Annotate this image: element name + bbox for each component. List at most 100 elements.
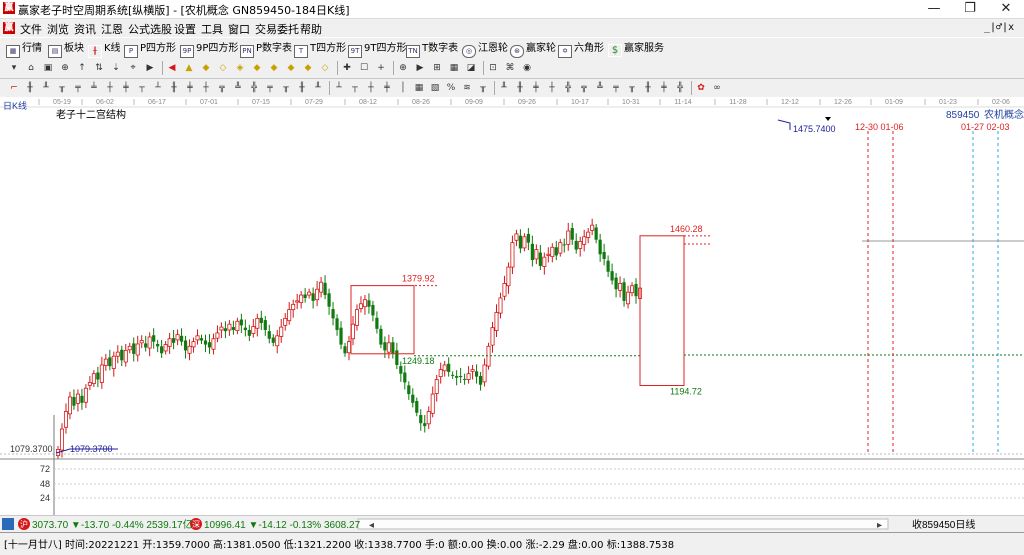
draw-tool-icon[interactable]: ☐ [358,62,370,74]
scroll-right-icon[interactable]: ▸ [877,520,882,531]
draw-tool-icon[interactable]: ▾ [8,62,20,74]
mdi-controls[interactable]: _|♂|x [984,22,1014,33]
market-grid-icon[interactable] [2,518,14,530]
draw-tool-icon[interactable]: ⇣ [110,62,122,74]
toolbar-kline[interactable]: ╫ K线 [88,41,121,58]
period-tool-icon[interactable]: ╫ [296,82,308,94]
toolbar-9t-square[interactable]: 9T 9T四方形 [348,41,406,58]
period-tool-icon[interactable]: ╥ [56,82,68,94]
draw-tool-icon[interactable]: ◆ [302,62,314,74]
menu-tools[interactable]: 工具 [201,21,223,37]
period-tool-icon[interactable]: ╥ [477,82,489,94]
period-tool-icon[interactable]: ╤ [72,82,84,94]
menu-info[interactable]: 资讯 [74,21,96,37]
draw-tool-icon[interactable]: ◪ [465,62,477,74]
period-tool-icon[interactable]: ╪ [658,82,670,94]
minimize-button[interactable]: — [918,0,950,18]
toolbar-t-square[interactable]: T T四方形 [294,41,346,58]
period-tool-icon[interactable]: ╪ [184,82,196,94]
period-tool-icon[interactable]: ⌐ [8,82,20,94]
draw-tool-icon[interactable]: ◈ [234,62,246,74]
menu-browse[interactable]: 浏览 [47,21,69,37]
draw-tool-icon[interactable]: ⊕ [397,62,409,74]
period-tool-icon[interactable]: ╪ [120,82,132,94]
draw-tool-icon[interactable]: ⌂ [25,62,37,74]
menu-help[interactable]: 帮助 [300,21,322,37]
toolbar-sectors[interactable]: ▤ 板块 [48,41,84,58]
toolbar-service[interactable]: $ 赢家服务 [608,41,664,57]
draw-tool-icon[interactable]: ⊞ [431,62,443,74]
toolbar-9p-square[interactable]: 9P 9P四方形 [180,41,238,58]
draw-tool-icon[interactable]: ⊕ [59,62,71,74]
period-tool-icon[interactable]: ╨ [312,82,324,94]
draw-tool-icon[interactable]: ◉ [521,62,533,74]
menu-settings[interactable]: 设置 [174,21,196,37]
period-tool-icon[interactable]: ┼ [104,82,116,94]
draw-tool-icon[interactable]: ▦ [448,62,460,74]
toolbar-p-square[interactable]: P P四方形 [124,41,176,58]
draw-tool-icon[interactable]: + [375,62,387,74]
draw-tool-icon[interactable]: ◆ [285,62,297,74]
draw-tool-icon[interactable]: ⊡ [487,62,499,74]
period-tool-icon[interactable]: ╥ [626,82,638,94]
draw-tool-icon[interactable]: ▲ [183,62,195,74]
draw-tool-icon[interactable]: ◇ [217,62,229,74]
period-tool-icon[interactable]: ┼ [546,82,558,94]
menu-gann[interactable]: 江恩 [101,21,123,37]
period-tool-icon[interactable]: ╩ [594,82,606,94]
draw-tool-icon[interactable]: ↑ [76,62,88,74]
document-icon[interactable]: 赢 [3,22,15,34]
draw-tool-icon[interactable]: ▶ [414,62,426,74]
period-tool-icon[interactable]: ╬ [562,82,574,94]
draw-tool-icon[interactable]: ▣ [42,62,54,74]
scrollbar-track[interactable] [357,518,889,530]
period-tool-icon[interactable]: ╨ [498,82,510,94]
toolbar-gann-wheel[interactable]: ◎ 江恩轮 [462,41,508,58]
period-tool-icon[interactable]: ✿ [695,82,707,94]
chart-canvas[interactable]: 05-19 06-02 06-17 07-01 07-15 07-29 08-12 08-26… [0,97,1024,515]
draw-tool-icon[interactable]: ◆ [200,62,212,74]
restore-button[interactable]: ❐ [954,0,986,18]
period-tool-icon[interactable]: ╦ [216,82,228,94]
period-tool-icon[interactable]: ┼ [365,82,377,94]
period-tool-icon[interactable]: ╩ [232,82,244,94]
draw-tool-icon[interactable]: ◆ [268,62,280,74]
draw-tool-icon[interactable]: ⌘ [504,62,516,74]
period-tool-icon[interactable]: ╪ [530,82,542,94]
draw-tool-icon[interactable]: ⇅ [93,62,105,74]
draw-tool-icon[interactable]: ✚ [341,62,353,74]
period-tool-icon[interactable]: ┴ [152,82,164,94]
toolbar-quotes[interactable]: ▦ 行情 [6,41,42,58]
period-tool-icon[interactable]: ╤ [610,82,622,94]
period-tool-icon[interactable]: ╤ [264,82,276,94]
period-tool-icon[interactable]: │ [397,82,409,94]
draw-tool-icon[interactable]: ◆ [251,62,263,74]
menu-trade[interactable]: 交易委托 [255,21,299,37]
menu-formula[interactable]: 公式选股 [128,21,172,37]
period-tool-icon[interactable]: ╬ [248,82,260,94]
kline-chart[interactable]: 05-19 06-02 06-17 07-01 07-15 07-29 08-12 08-26… [0,97,1024,515]
period-tool-icon[interactable]: ╫ [24,82,36,94]
toolbar-p-table[interactable]: PN P数字表 [240,41,292,58]
scroll-left-icon[interactable]: ◂ [369,520,374,531]
draw-tool-icon[interactable]: ⌖ [127,62,139,74]
period-tool-icon[interactable]: ╦ [578,82,590,94]
period-tool-icon[interactable]: ┼ [200,82,212,94]
close-button[interactable]: ✕ [990,0,1022,18]
period-tool-icon[interactable]: ≋ [461,82,473,94]
period-tool-icon[interactable]: ╫ [168,82,180,94]
draw-tool-icon[interactable]: ▶ [144,62,156,74]
menu-window[interactable]: 窗口 [228,21,250,37]
toolbar-hexagon[interactable]: ✡ 六角形 [558,41,604,58]
horizontal-scrollbar[interactable]: ◂ ▸ 沪 深 3073.70 ▼-13.70 -0.44% 2539.17亿 … [0,515,1024,532]
period-tool-icon[interactable]: ▧ [429,82,441,94]
toolbar-t-table[interactable]: TN T数字表 [406,41,458,58]
draw-tool-icon[interactable]: ◇ [319,62,331,74]
draw-tool-icon[interactable]: ◀ [166,62,178,74]
menu-file[interactable]: 文件 [20,21,42,37]
period-tool-icon[interactable]: ╨ [40,82,52,94]
period-tool-icon[interactable]: % [445,82,457,94]
period-tool-icon[interactable]: ╥ [280,82,292,94]
period-tool-icon[interactable]: ┬ [349,82,361,94]
period-tool-icon[interactable]: ╫ [642,82,654,94]
